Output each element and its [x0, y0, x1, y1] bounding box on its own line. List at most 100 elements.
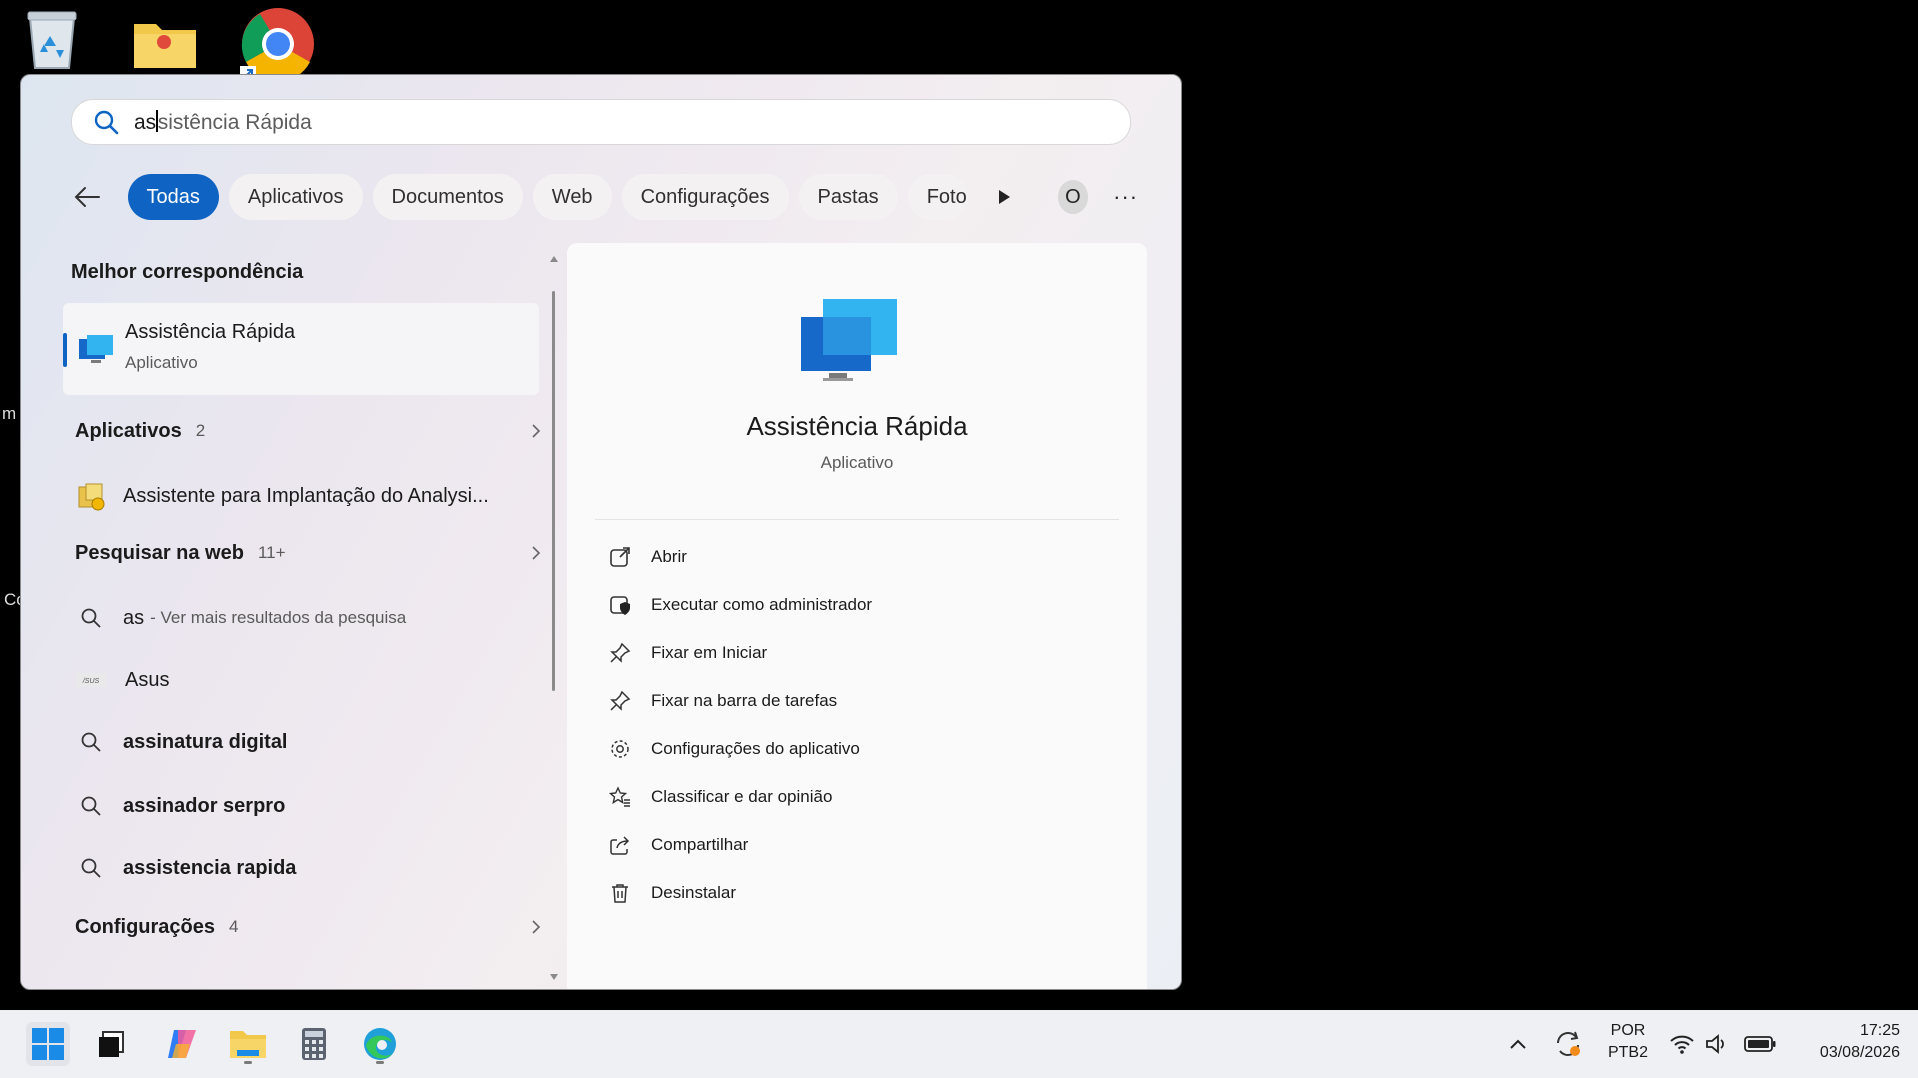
web-result-label: Asus — [125, 668, 170, 691]
action-rate-feedback[interactable]: Classificar e dar opinião — [607, 777, 832, 817]
filter-web[interactable]: Web — [532, 174, 612, 220]
back-button[interactable] — [71, 179, 104, 215]
chevron-right-icon — [532, 546, 541, 560]
clock[interactable]: 17:25 03/08/2026 — [1790, 1020, 1900, 1064]
running-indicator — [244, 1061, 252, 1064]
search-icon — [75, 791, 107, 821]
web-result-hint: - Ver mais resultados da pesquisa — [150, 608, 407, 627]
task-view-icon — [99, 1031, 124, 1057]
start-button[interactable] — [26, 1022, 70, 1066]
running-indicator — [376, 1061, 384, 1064]
filter-bar: Todas Aplicativos Documentos Web Configu… — [71, 173, 1141, 221]
copilot-button[interactable] — [160, 1022, 204, 1066]
open-external-icon — [607, 544, 633, 570]
apps-group-label: Aplicativos — [75, 419, 182, 442]
action-open[interactable]: Abrir — [607, 537, 687, 577]
chevron-up-icon — [1510, 1039, 1526, 1049]
battery-icon — [1744, 1036, 1776, 1052]
web-result-item[interactable]: assinador serpro — [75, 783, 545, 829]
web-result-term: as — [123, 606, 145, 629]
edge-icon — [364, 1028, 396, 1060]
action-label: Fixar em Iniciar — [651, 643, 768, 662]
wifi-button[interactable] — [1664, 1022, 1700, 1066]
volume-button[interactable] — [1700, 1022, 1734, 1066]
shield-admin-icon — [607, 592, 633, 618]
start-search-panel: assistência Rápida Todas Aplicativos Doc… — [20, 74, 1182, 990]
search-input[interactable]: assistência Rápida — [71, 99, 1131, 145]
web-result-label: assistencia rapida — [123, 856, 297, 879]
best-match-type: Aplicativo — [125, 353, 198, 372]
settings-group-header[interactable]: Configurações 4 — [75, 907, 545, 947]
web-result-item[interactable]: /SUS Asus — [75, 657, 545, 703]
web-group-header[interactable]: Pesquisar na web 11+ — [75, 533, 545, 573]
filter-settings[interactable]: Configurações — [621, 174, 789, 220]
action-app-settings[interactable]: Configurações do aplicativo — [607, 729, 860, 769]
star-feedback-icon — [607, 784, 633, 810]
account-avatar[interactable]: O — [1057, 180, 1089, 214]
calculator-icon — [302, 1028, 326, 1060]
filter-folders[interactable]: Pastas — [798, 174, 898, 220]
detail-app-type: Aplicativo — [820, 453, 894, 472]
action-uninstall[interactable]: Desinstalar — [607, 873, 736, 913]
quick-assist-icon — [79, 335, 113, 363]
chrome-icon[interactable] — [240, 6, 316, 82]
battery-button[interactable] — [1740, 1022, 1780, 1066]
calculator-button[interactable] — [292, 1022, 336, 1066]
action-label: Executar como administrador — [651, 595, 873, 614]
web-group-count: 11+ — [257, 543, 286, 562]
action-label: Configurações do aplicativo — [651, 739, 860, 758]
search-query: assistência Rápida — [134, 109, 312, 135]
file-explorer-button[interactable] — [226, 1022, 270, 1066]
windows-logo-icon — [32, 1028, 64, 1060]
action-share[interactable]: Compartilhar — [607, 825, 748, 865]
best-match-card[interactable]: Assistência Rápida Aplicativo — [63, 303, 539, 395]
edge-button[interactable] — [358, 1022, 402, 1066]
web-result-item[interactable]: assistencia rapida — [75, 845, 545, 891]
quick-assist-large-icon — [801, 299, 897, 381]
web-group-label: Pesquisar na web — [75, 541, 244, 564]
filter-documents[interactable]: Documentos — [372, 174, 523, 220]
app-result-item[interactable]: Assistente para Implantação do Analysi..… — [75, 473, 545, 519]
action-pin-taskbar[interactable]: Fixar na barra de tarefas — [607, 681, 837, 721]
copilot-icon — [168, 1030, 196, 1058]
filter-apps[interactable]: Aplicativos — [228, 174, 363, 220]
clock-date: 03/08/2026 — [1819, 1044, 1900, 1061]
pin-icon — [607, 640, 633, 666]
detail-app-name: Assistência Rápida — [746, 411, 968, 441]
web-result-item[interactable]: as - Ver mais resultados da pesquisa — [75, 595, 545, 641]
detail-divider — [595, 519, 1119, 520]
search-icon — [94, 110, 119, 135]
recycle-bin-icon[interactable] — [22, 6, 98, 76]
scroll-up-icon — [550, 256, 558, 262]
filter-all[interactable]: Todas — [127, 174, 219, 220]
asus-logo-text: /SUS — [82, 678, 100, 685]
search-icon — [75, 727, 107, 757]
play-icon — [999, 190, 1010, 204]
search-icon — [75, 853, 107, 883]
settings-group-count: 4 — [229, 917, 239, 936]
scroll-thumb[interactable] — [552, 291, 555, 691]
gear-icon — [607, 736, 633, 762]
asus-logo-icon: /SUS — [75, 665, 107, 695]
show-hidden-icons-button[interactable] — [1500, 1022, 1536, 1066]
sync-status-button[interactable] — [1548, 1022, 1588, 1066]
folder-icon[interactable] — [132, 6, 208, 76]
apps-group-header[interactable]: Aplicativos 2 — [75, 411, 545, 451]
web-result-item[interactable]: assinatura digital — [75, 719, 545, 765]
typed-text: as — [134, 110, 157, 134]
best-match-heading: Melhor correspondência — [71, 261, 304, 283]
scroll-filters-button[interactable] — [990, 182, 1017, 212]
trash-icon — [607, 880, 633, 906]
settings-group-label: Configurações — [75, 915, 216, 938]
more-options-button[interactable]: ··· — [1110, 182, 1141, 212]
action-pin-start[interactable]: Fixar em Iniciar — [607, 633, 767, 673]
input-language-indicator[interactable]: POR PTB2 — [1600, 1020, 1656, 1064]
task-view-button[interactable] — [90, 1022, 134, 1066]
action-run-as-admin[interactable]: Executar como administrador — [607, 585, 872, 625]
action-label: Abrir — [651, 547, 687, 566]
desktop-text-fragment: m — [2, 404, 17, 423]
apps-group-count: 2 — [195, 421, 206, 440]
results-scrollbar[interactable] — [549, 255, 559, 985]
filter-photos[interactable]: Foto — [907, 174, 969, 220]
action-label: Desinstalar — [651, 883, 737, 902]
